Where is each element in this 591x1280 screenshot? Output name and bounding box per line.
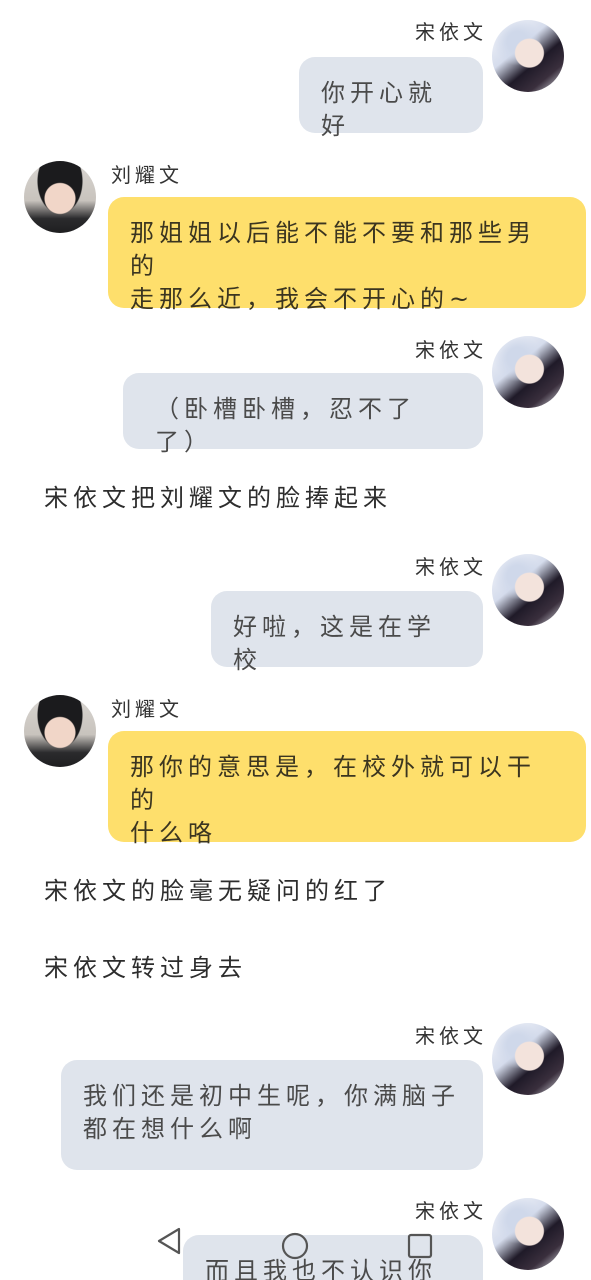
sender-name: 刘耀文 [111, 697, 183, 721]
message-bubble[interactable]: 好啦，这是在学校 [211, 591, 483, 674]
avatar[interactable] [24, 695, 96, 767]
message-text-line: 那姐姐以后能不能不要和那些男的 [130, 219, 536, 280]
message-bubble[interactable]: 你开心就好 [299, 57, 483, 140]
sender-name: 宋依文 [415, 20, 487, 44]
message-text: （卧槽卧槽，忍不了了） [155, 395, 416, 456]
message-text: 你开心就好 [321, 79, 437, 140]
message-text-line: 我们还是初中生呢，你满脑子 [83, 1082, 460, 1110]
avatar[interactable] [492, 20, 564, 92]
avatar[interactable] [492, 554, 564, 626]
message-text-line: 那你的意思是，在校外就可以干的 [130, 753, 536, 814]
message-bubble[interactable]: 那你的意思是，在校外就可以干的 什么咯 [108, 731, 586, 847]
narration-text: 宋依文的脸毫无疑问的红了 [44, 877, 392, 905]
triangle-back-icon[interactable] [154, 1226, 188, 1260]
avatar[interactable] [492, 1023, 564, 1095]
message-bubble[interactable]: 那姐姐以后能不能不要和那些男的 走那么近，我会不开心的~ [108, 197, 586, 313]
message-text-line: 都在想什么啊 [83, 1115, 257, 1143]
sender-name: 宋依文 [415, 555, 487, 579]
message-bubble[interactable]: （卧槽卧槽，忍不了了） [123, 373, 483, 456]
square-recents-icon[interactable] [406, 1232, 440, 1266]
narration-text: 宋依文把刘耀文的脸捧起来 [44, 484, 392, 512]
message-text-line: 走那么近，我会不开心的~ [130, 285, 475, 313]
sender-name: 宋依文 [415, 1024, 487, 1048]
message-text: 好啦，这是在学校 [233, 613, 436, 674]
message-bubble[interactable]: 我们还是初中生呢，你满脑子 都在想什么啊 [61, 1060, 483, 1170]
message-text-line: 什么咯 [130, 819, 217, 847]
narration-text: 宋依文转过身去 [44, 954, 247, 982]
avatar[interactable] [492, 336, 564, 408]
sender-name: 刘耀文 [111, 163, 183, 187]
chat-screen: 宋依文 你开心就好 刘耀文 那姐姐以后能不能不要和那些男的 走那么近，我会不开心… [0, 0, 591, 1280]
circle-home-icon[interactable] [281, 1232, 315, 1266]
avatar[interactable] [24, 161, 96, 233]
navigation-bar [0, 1218, 591, 1280]
sender-name: 宋依文 [415, 338, 487, 362]
